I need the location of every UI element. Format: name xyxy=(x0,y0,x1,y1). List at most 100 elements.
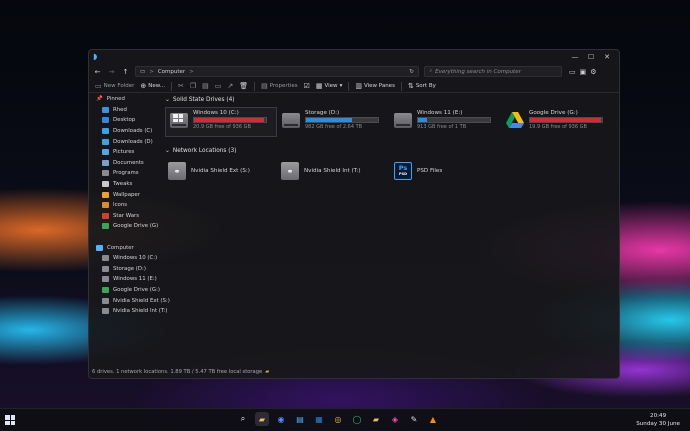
rename-button[interactable]: ▭ xyxy=(215,82,222,90)
calendar-icon[interactable]: ▦ xyxy=(312,412,326,426)
address-bar[interactable]: ▭ > Computer > ↻ xyxy=(135,66,419,77)
sidebar-pinned-item[interactable]: Tweaks xyxy=(96,179,161,190)
delete-button[interactable]: 🗑 xyxy=(239,82,248,90)
folder-icon: ▰ xyxy=(265,369,270,375)
new-folder-button[interactable]: ▭ New Folder xyxy=(95,82,134,90)
computer-header[interactable]: Computer xyxy=(96,242,161,253)
drive-tile[interactable]: Windows 10 (C:) 20.9 GB free of 936 GB xyxy=(165,107,277,137)
tool-icon[interactable]: ✎ xyxy=(407,412,421,426)
command-bar: ▭ New Folder ⊕ New... ✂ ❐ ▤ ▭ ↗ 🗑 ▤ Propert… xyxy=(89,80,619,93)
sidebar-computer-item[interactable]: Nvidia Shield Ext (S:) xyxy=(96,295,170,306)
vlc-icon[interactable]: ▲ xyxy=(426,412,440,426)
network-location-tile[interactable]: ⚭ Nvidia Shield Ext (S:) xyxy=(165,158,278,184)
new-button[interactable]: ⊕ New... xyxy=(140,82,165,90)
sidebar-pinned-item-label: Google Drive (G) xyxy=(113,223,159,230)
cut-icon: ✂ xyxy=(178,82,184,90)
paste-button[interactable]: ▤ xyxy=(202,82,209,90)
sidebar-pinned-item[interactable]: Google Drive (G) xyxy=(96,221,161,232)
screenshot-icon[interactable]: ▣ xyxy=(580,68,587,76)
sidebar-pinned-item-label: Star Wars xyxy=(113,212,140,219)
pinned-header[interactable]: 📌 Pinned xyxy=(96,94,161,105)
folder-icon xyxy=(102,255,109,262)
sidebar-computer-item[interactable]: Windows 11 (E:) xyxy=(96,274,161,285)
grid-icon: ▦ xyxy=(315,82,323,90)
sidebar-pinned-item-label: Tweaks xyxy=(113,181,133,188)
sidebar-pinned-item[interactable]: Rhed xyxy=(96,105,161,116)
folder-icon xyxy=(102,297,109,304)
up-icon[interactable]: ↑ xyxy=(121,68,130,76)
copy-button[interactable]: ❐ xyxy=(190,82,196,90)
monitor-icon[interactable]: ▭ xyxy=(569,68,576,76)
forward-icon[interactable]: → xyxy=(107,68,116,76)
cut-button[interactable]: ✂ xyxy=(178,82,184,90)
system-clock[interactable]: 20:49 Sunday 30 June xyxy=(636,412,680,428)
clock-date: Sunday 30 June xyxy=(636,421,680,427)
sidebar-pinned-item[interactable]: Icons xyxy=(96,200,161,211)
sidebar-pinned-item[interactable]: Pictures xyxy=(96,147,161,158)
network-location-tile[interactable]: ⚭ Nvidia Shield Int (T:) xyxy=(278,158,391,184)
sort-by-button[interactable]: ⇅ Sort By xyxy=(408,82,436,90)
close-icon[interactable]: ✕ xyxy=(599,53,615,61)
checkbox-icon: ☑ xyxy=(303,82,310,90)
app-icon[interactable]: ◉ xyxy=(274,412,288,426)
whatsapp-icon[interactable]: ◯ xyxy=(350,412,364,426)
search-input[interactable]: ⌕ Everything search in Computer xyxy=(424,66,562,77)
new-icon: ⊕ xyxy=(140,82,147,90)
sidebar-computer-item[interactable]: Storage (D:) xyxy=(96,264,161,275)
maximize-icon[interactable]: ☐ xyxy=(583,53,599,61)
sidebar-pinned-item[interactable]: Downloads (C) xyxy=(96,126,161,137)
sidebar-pinned-item[interactable]: Star Wars xyxy=(96,211,161,222)
refresh-icon[interactable]: ↻ xyxy=(409,69,414,75)
settings-icon[interactable]: ⚙ xyxy=(590,68,596,76)
creative-cloud-icon[interactable]: ◈ xyxy=(388,412,402,426)
sidebar-computer-item[interactable]: Nvidia Shield Int (T:) xyxy=(96,306,168,317)
sidebar-pinned-item[interactable]: Wallpaper xyxy=(96,189,161,200)
drive-tile[interactable]: Windows 11 (E:) 913 GB free of 1 TB xyxy=(389,107,501,137)
pin-icon: 📌 xyxy=(96,96,103,103)
mark-button[interactable]: ☑ xyxy=(304,82,310,90)
network-drive-icon: ⚭ xyxy=(281,162,299,180)
sidebar-pinned-item[interactable]: Desktop xyxy=(96,115,161,126)
chrome-icon[interactable]: ◎ xyxy=(331,412,345,426)
network-location-tile[interactable]: Ps PSD PSD Files xyxy=(391,158,504,184)
properties-icon: ▤ xyxy=(261,82,268,90)
app-logo-icon: ◗ xyxy=(93,51,98,61)
share-button[interactable]: ↗ xyxy=(227,82,233,90)
pinned-label: Pinned xyxy=(106,96,125,103)
sidebar-pinned-item[interactable]: Programs xyxy=(96,168,161,179)
view-button[interactable]: ▦ View ▾ xyxy=(316,82,342,90)
network-locations-group[interactable]: ⌄ Network Locations (3) xyxy=(165,145,613,156)
sidebar-computer-item-label: Windows 10 (C:) xyxy=(113,255,158,262)
windows-logo-icon xyxy=(173,114,183,122)
sidebar-pinned-item[interactable]: Documents xyxy=(96,158,161,169)
properties-button[interactable]: ▤ Properties xyxy=(261,82,297,90)
folder-icon xyxy=(102,265,109,272)
sort-icon: ⇅ xyxy=(407,82,414,90)
folder-icon xyxy=(102,128,109,135)
drive-tile[interactable]: Google Drive (G:) 19.9 GB free of 936 GB xyxy=(501,107,613,137)
sidebar-computer-item[interactable]: Google Drive (G:) xyxy=(96,285,161,296)
file-explorer-window[interactable]: ◗ — ☐ ✕ ← → ↑ ▭ > Computer > ↻ ⌕ Everyth… xyxy=(88,49,620,379)
start-button[interactable] xyxy=(5,415,15,425)
sidebar-pinned-item-label: Programs xyxy=(113,170,139,177)
breadcrumb-computer[interactable]: Computer xyxy=(158,69,185,75)
chevron-down-icon: ▾ xyxy=(339,83,343,89)
sidebar-computer-item[interactable]: Windows 10 (C:) xyxy=(96,253,161,264)
minimize-icon[interactable]: — xyxy=(567,53,583,61)
notes-icon[interactable]: ▤ xyxy=(293,412,307,426)
search-icon[interactable]: ⌕ xyxy=(236,412,250,426)
breadcrumb-separator: > xyxy=(149,68,154,75)
network-location-name: Nvidia Shield Ext (S:) xyxy=(191,168,250,174)
title-bar[interactable]: ◗ — ☐ ✕ xyxy=(89,50,619,63)
drive-tile[interactable]: Storage (D:) 982 GB free of 2.64 TB xyxy=(277,107,389,137)
file-explorer-icon[interactable]: ▰ xyxy=(255,412,269,426)
back-icon[interactable]: ← xyxy=(93,68,102,76)
solid-state-drives-group[interactable]: ⌄ Solid State Drives (4) xyxy=(165,94,613,105)
sidebar-pinned-item[interactable]: Downloads (D) xyxy=(96,136,161,147)
folder-icon xyxy=(102,181,109,188)
drive-name: Windows 11 (E:) xyxy=(417,110,463,116)
view-panes-button[interactable]: ▥ View Panes xyxy=(355,82,395,90)
folder-icon[interactable]: ▰ xyxy=(369,412,383,426)
network-drive-icon: ⚭ xyxy=(168,162,186,180)
